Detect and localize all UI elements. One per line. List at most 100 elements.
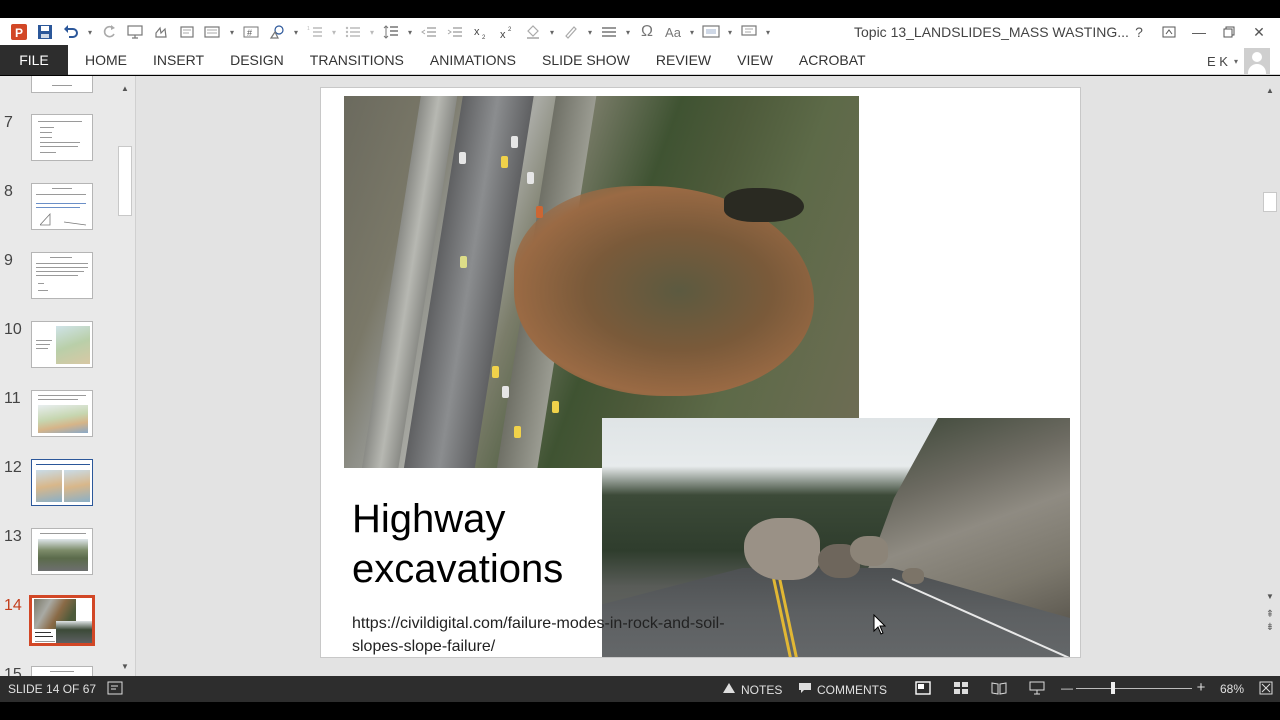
slide-thumbnail[interactable]: 15 (0, 666, 116, 676)
tab-transitions[interactable]: TRANSITIONS (297, 45, 417, 75)
slide-thumbnail[interactable]: 7 (0, 114, 116, 174)
tab-review[interactable]: REVIEW (643, 45, 724, 75)
slide-thumbnail[interactable] (0, 76, 116, 106)
save-icon[interactable] (32, 20, 58, 44)
touch-mode-icon[interactable] (148, 20, 174, 44)
notes-button[interactable]: NOTES (722, 682, 782, 697)
restore-icon[interactable] (1214, 20, 1244, 44)
slide-scrollbar[interactable]: ▲ ▼ (1262, 84, 1278, 654)
fit-to-window-icon[interactable] (1258, 681, 1274, 695)
scrollbar-thumb[interactable] (118, 146, 132, 216)
change-case-dropdown-icon[interactable]: ▾ (686, 20, 698, 44)
slide-title[interactable]: Highway excavations (352, 494, 612, 594)
tab-animations[interactable]: ANIMATIONS (417, 45, 529, 75)
slide-thumbnail[interactable]: 11 (0, 390, 116, 450)
slide-thumbnail[interactable]: 8 (0, 183, 116, 243)
slide-canvas[interactable]: Highway excavations https://civildigital… (320, 87, 1081, 658)
tab-home[interactable]: HOME (72, 45, 140, 75)
bullets-icon[interactable] (340, 20, 366, 44)
slide-thumbnail[interactable]: 9 (0, 252, 116, 312)
undo-icon[interactable] (58, 20, 84, 44)
ribbon-tab-bar: FILE HOME INSERT DESIGN TRANSITIONS ANIM… (0, 45, 1280, 75)
shapes-dropdown-icon[interactable]: ▾ (290, 20, 302, 44)
spell-check-icon[interactable] (107, 681, 123, 695)
next-slide-icon[interactable]: ⇟ (1262, 621, 1278, 634)
superscript-icon[interactable]: x2 (494, 20, 520, 44)
shape-fill-dropdown-icon[interactable]: ▾ (546, 20, 558, 44)
thumbnail-scrollbar[interactable]: ▲ ▼ (117, 82, 133, 674)
scroll-down-icon[interactable]: ▼ (117, 660, 133, 674)
slide-thumbnail[interactable]: 12 (0, 459, 116, 519)
slide-thumbnail[interactable]: 13 (0, 528, 116, 588)
slide-number: 10 (4, 321, 22, 338)
zoom-out-icon[interactable]: — (1059, 681, 1075, 695)
ribbon-display-options-icon[interactable] (1154, 20, 1184, 44)
screen-capture-icon[interactable] (698, 20, 724, 44)
numbering-icon[interactable]: 1 (302, 20, 328, 44)
redo-icon[interactable] (96, 20, 122, 44)
slide-sorter-icon[interactable] (953, 681, 969, 695)
slide-thumbnail-active[interactable]: 14 (0, 595, 116, 657)
align-dropdown-icon[interactable]: ▾ (622, 20, 634, 44)
text-box-icon[interactable]: # (238, 20, 264, 44)
boulder (850, 536, 888, 566)
landslide-aerial-photo (344, 96, 859, 468)
tab-insert[interactable]: INSERT (140, 45, 217, 75)
help-icon[interactable]: ? (1124, 20, 1154, 44)
align-icon[interactable] (596, 20, 622, 44)
screen-capture-dropdown-icon[interactable]: ▾ (724, 20, 736, 44)
new-slide-icon[interactable] (174, 20, 200, 44)
slide-thumbnail[interactable]: 10 (0, 321, 116, 381)
decrease-indent-icon[interactable] (416, 20, 442, 44)
slide-source-link[interactable]: https://civildigital.com/failure-modes-i… (352, 612, 752, 657)
layout-dropdown-icon[interactable]: ▾ (226, 20, 238, 44)
scroll-up-icon[interactable]: ▲ (1262, 84, 1278, 98)
normal-view-icon[interactable] (915, 681, 931, 695)
slide-number: 9 (4, 252, 13, 269)
slide-show-icon[interactable] (1029, 681, 1045, 695)
line-spacing-icon[interactable] (378, 20, 404, 44)
ribbon-tabs: HOME INSERT DESIGN TRANSITIONS ANIMATION… (72, 45, 879, 75)
shapes-icon[interactable] (264, 20, 290, 44)
tab-view[interactable]: VIEW (724, 45, 786, 75)
reading-view-icon[interactable] (991, 681, 1007, 695)
comment-icon[interactable] (736, 20, 762, 44)
scroll-down-icon[interactable]: ▼ (1262, 590, 1278, 604)
zoom-level[interactable]: 68% (1220, 682, 1244, 696)
boulder (902, 568, 924, 584)
tab-acrobat[interactable]: ACROBAT (786, 45, 879, 75)
increase-indent-icon[interactable] (442, 20, 468, 44)
scroll-up-icon[interactable]: ▲ (117, 82, 133, 96)
change-case-icon[interactable]: Aa (660, 20, 686, 44)
shape-outline-icon[interactable] (558, 20, 584, 44)
slide-thumbnail-pane: 7 8 9 10 11 12 13 14 15 ▲ ▼ (0, 76, 136, 676)
symbol-icon[interactable]: Ω (634, 20, 660, 44)
svg-text:x: x (500, 29, 506, 40)
shape-fill-icon[interactable] (520, 20, 546, 44)
comments-button[interactable]: COMMENTS (798, 682, 887, 697)
zoom-slider-thumb[interactable] (1111, 682, 1116, 694)
bullets-dropdown-icon[interactable]: ▾ (366, 20, 378, 44)
tab-design[interactable]: DESIGN (217, 45, 297, 75)
minimize-icon[interactable]: — (1184, 20, 1214, 44)
numbering-dropdown-icon[interactable]: ▾ (328, 20, 340, 44)
customize-toolbar-icon[interactable]: ▾ (762, 20, 774, 44)
user-account[interactable]: E K ▾ (1207, 48, 1270, 74)
subscript-icon[interactable]: x2 (468, 20, 494, 44)
zoom-slider-track[interactable] (1076, 688, 1192, 689)
comments-label: COMMENTS (817, 682, 887, 697)
previous-slide-icon[interactable]: ⇞ (1262, 608, 1278, 621)
slide-thumbnail-image (29, 595, 95, 646)
close-icon[interactable]: ✕ (1244, 20, 1274, 44)
line-spacing-dropdown-icon[interactable]: ▾ (404, 20, 416, 44)
layout-icon[interactable] (200, 20, 226, 44)
shape-outline-dropdown-icon[interactable]: ▾ (584, 20, 596, 44)
undo-dropdown-icon[interactable]: ▾ (84, 20, 96, 44)
zoom-in-icon[interactable]: + (1193, 680, 1209, 695)
start-slideshow-icon[interactable] (122, 20, 148, 44)
tab-slide-show[interactable]: SLIDE SHOW (529, 45, 643, 75)
scrollbar-thumb[interactable] (1263, 192, 1277, 212)
slide-number: 11 (4, 390, 21, 407)
slide-number: 12 (4, 459, 22, 476)
tab-file[interactable]: FILE (0, 45, 68, 75)
